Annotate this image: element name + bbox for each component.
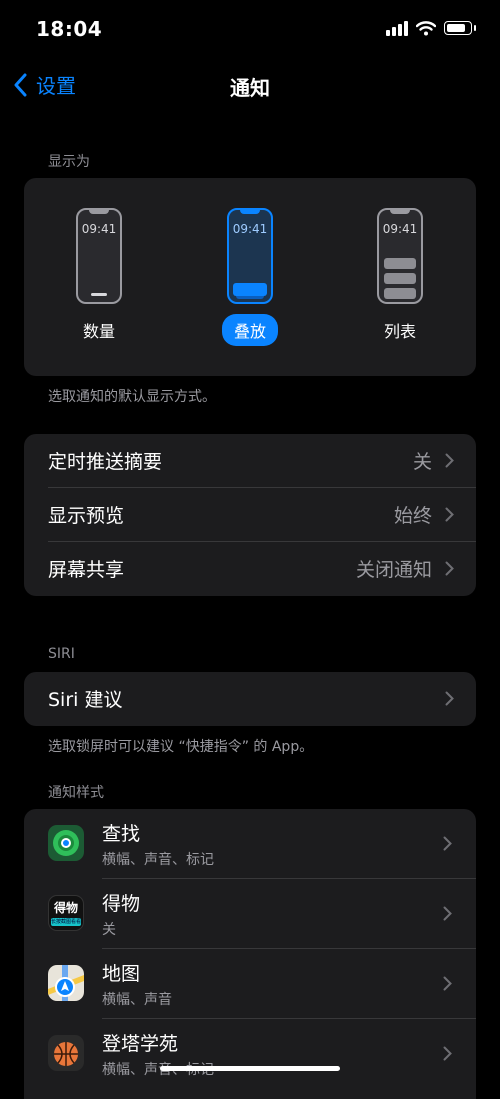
- display-option-label: 数量: [82, 322, 115, 341]
- display-option-list[interactable]: 09:41 列表: [340, 208, 460, 346]
- home-indicator[interactable]: [160, 1066, 340, 1071]
- display-option-stack[interactable]: 09:41 叠放: [190, 208, 310, 346]
- display-option-label: 叠放: [221, 314, 278, 346]
- app-name: 得物: [102, 893, 141, 915]
- app-row-dewu[interactable]: 得物 长按截图看看 得物 关: [24, 879, 476, 949]
- chevron-right-icon: [443, 906, 452, 925]
- display-as-selector: 09:41 数量 09:41 叠放 09:41 列表: [24, 178, 476, 376]
- row-label: 屏幕共享: [48, 559, 125, 581]
- phone-preview-list: 09:41: [377, 208, 423, 304]
- notification-style-header: 通知样式: [48, 785, 104, 801]
- notification-settings-group: 定时推送摘要 关 显示预览 始终 屏幕共享 关闭通知: [24, 434, 476, 596]
- scheduled-summary-row[interactable]: 定时推送摘要 关: [24, 434, 476, 487]
- app-row-find-my[interactable]: 查找 横幅、声音、标记: [24, 809, 476, 879]
- row-value: 关: [412, 451, 432, 473]
- display-option-label: 列表: [383, 322, 416, 341]
- siri-header: SIRI: [48, 646, 75, 662]
- display-as-header: 显示为: [48, 154, 90, 170]
- siri-group: Siri 建议: [24, 672, 476, 726]
- navigation-bar: 设置 通知: [0, 58, 500, 114]
- siri-suggestions-row[interactable]: Siri 建议: [24, 672, 476, 725]
- battery-icon: [444, 21, 476, 35]
- display-option-count[interactable]: 09:41 数量: [39, 208, 159, 346]
- dewu-icon: 得物 长按截图看看: [48, 895, 84, 931]
- status-icons: [386, 20, 476, 36]
- status-bar: 18:04: [0, 0, 500, 58]
- chevron-right-icon: [445, 542, 454, 595]
- chevron-right-icon: [443, 1046, 452, 1065]
- app-notification-summary: 关: [102, 922, 116, 938]
- app-name: 登塔学苑: [102, 1033, 179, 1055]
- chevron-right-icon: [443, 836, 452, 855]
- phone-preview-count: 09:41: [76, 208, 122, 304]
- phone-preview-stack: 09:41: [227, 208, 273, 304]
- app-notification-summary: 横幅、声音: [102, 992, 172, 1008]
- app-list-group: 查找 横幅、声音、标记 得物 长按截图看看 得物 关 地图 横幅、声音 登塔学苑…: [24, 809, 476, 1099]
- row-label: 定时推送摘要: [48, 451, 163, 473]
- show-previews-row[interactable]: 显示预览 始终: [24, 488, 476, 541]
- wifi-icon: [416, 20, 436, 35]
- row-value: 关闭通知: [355, 559, 432, 581]
- app-name: 地图: [102, 963, 141, 985]
- app-row-maps[interactable]: 地图 横幅、声音: [24, 949, 476, 1019]
- chevron-right-icon: [445, 488, 454, 541]
- maps-icon: [48, 965, 84, 1001]
- screen-sharing-row[interactable]: 屏幕共享 关闭通知: [24, 542, 476, 595]
- status-time: 18:04: [36, 17, 103, 41]
- cellular-signal-icon: [386, 20, 408, 36]
- app-name: 查找: [102, 823, 141, 845]
- dengta-icon: [48, 1035, 84, 1071]
- chevron-right-icon: [445, 434, 454, 487]
- app-notification-summary: 横幅、声音、标记: [102, 852, 214, 868]
- siri-footer: 选取锁屏时可以建议 “快捷指令” 的 App。: [48, 739, 314, 755]
- page-title: 通知: [230, 76, 270, 100]
- row-label: Siri 建议: [48, 689, 123, 711]
- row-value: 始终: [393, 505, 432, 527]
- chevron-right-icon: [443, 976, 452, 995]
- chevron-right-icon: [445, 672, 454, 725]
- find-my-icon: [48, 825, 84, 861]
- row-label: 显示预览: [48, 505, 125, 527]
- display-as-footer: 选取通知的默认显示方式。: [48, 389, 216, 405]
